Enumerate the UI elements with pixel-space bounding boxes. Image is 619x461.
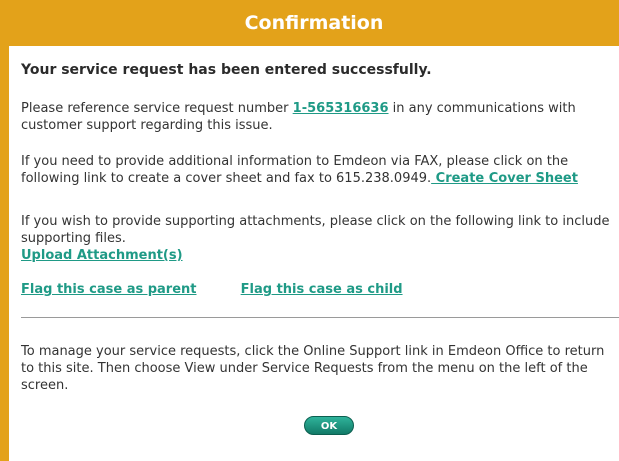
case-flag-links: Flag this case as parent Flag this case … xyxy=(21,282,443,297)
attachments-paragraph: If you wish to provide supporting attach… xyxy=(21,213,617,264)
flag-parent-link[interactable]: Flag this case as parent xyxy=(21,282,197,297)
manage-requests-paragraph: To manage your service requests, click t… xyxy=(21,344,605,393)
ok-button[interactable]: OK xyxy=(304,416,354,435)
request-number-link[interactable]: 1-565316636 xyxy=(293,101,389,116)
reference-text-before: Please reference service request number xyxy=(21,101,293,116)
section-divider xyxy=(21,317,619,318)
flag-child-link[interactable]: Flag this case as child xyxy=(241,282,403,297)
create-cover-sheet-link[interactable]: Create Cover Sheet xyxy=(431,171,578,186)
confirmation-panel: Confirmation Your service request has be… xyxy=(0,0,619,461)
upload-attachments-link[interactable]: Upload Attachment(s) xyxy=(21,248,183,263)
panel-title: Confirmation xyxy=(9,0,619,46)
attachments-text: If you wish to provide supporting attach… xyxy=(21,214,610,246)
fax-paragraph: If you need to provide additional inform… xyxy=(21,153,617,187)
reference-paragraph: Please reference service request number … xyxy=(21,100,617,134)
success-headline: Your service request has been entered su… xyxy=(21,62,432,78)
